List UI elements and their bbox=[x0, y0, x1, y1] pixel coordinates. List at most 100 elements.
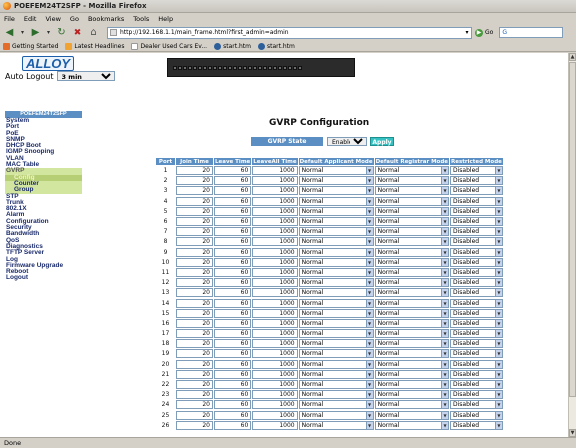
menu-tools[interactable]: Tools bbox=[133, 15, 149, 23]
leave-time-input[interactable] bbox=[214, 410, 252, 420]
restricted-mode-select[interactable]: Disabled ▼ bbox=[450, 380, 503, 390]
leaveall-time-input[interactable] bbox=[252, 288, 298, 298]
menu-bookmarks[interactable]: Bookmarks bbox=[88, 15, 124, 23]
join-time-input[interactable] bbox=[176, 176, 213, 186]
leave-time-input[interactable] bbox=[214, 247, 252, 257]
url-dropdown-icon[interactable]: ▾ bbox=[463, 29, 471, 36]
auto-logout-select[interactable]: 3 min bbox=[56, 71, 115, 81]
restricted-mode-select[interactable]: Disabled ▼ bbox=[450, 186, 503, 196]
leave-time-input[interactable] bbox=[214, 257, 252, 267]
restricted-mode-select[interactable]: Disabled ▼ bbox=[450, 339, 503, 349]
leaveall-time-input[interactable] bbox=[252, 380, 298, 390]
join-time-input[interactable] bbox=[176, 217, 213, 227]
applicant-mode-select[interactable]: Normal ▼ bbox=[298, 329, 374, 339]
vertical-scrollbar[interactable]: ▲ ▼ bbox=[568, 53, 576, 437]
join-time-input[interactable] bbox=[176, 206, 213, 216]
restricted-mode-select[interactable]: Disabled ▼ bbox=[450, 369, 503, 379]
leaveall-time-input[interactable] bbox=[252, 349, 298, 359]
leave-time-input[interactable] bbox=[214, 186, 252, 196]
leaveall-time-input[interactable] bbox=[252, 206, 298, 216]
join-time-input[interactable] bbox=[176, 288, 213, 298]
registrar-mode-select[interactable]: Normal ▼ bbox=[374, 278, 449, 288]
applicant-mode-select[interactable]: Normal ▼ bbox=[298, 349, 374, 359]
menu-help[interactable]: Help bbox=[158, 15, 173, 23]
leaveall-time-input[interactable] bbox=[252, 176, 298, 186]
leave-time-input[interactable] bbox=[214, 349, 252, 359]
leave-time-input[interactable] bbox=[214, 267, 252, 277]
join-time-input[interactable] bbox=[176, 420, 213, 430]
leaveall-time-input[interactable] bbox=[252, 318, 298, 328]
leaveall-time-input[interactable] bbox=[252, 308, 298, 318]
join-time-input[interactable] bbox=[176, 318, 213, 328]
leaveall-time-input[interactable] bbox=[252, 217, 298, 227]
registrar-mode-select[interactable]: Normal ▼ bbox=[374, 176, 449, 186]
bookmark-latest-headlines[interactable]: Latest Headlines bbox=[65, 42, 124, 50]
leave-time-input[interactable] bbox=[214, 227, 252, 237]
back-dropdown-icon[interactable]: ▾ bbox=[19, 26, 26, 39]
restricted-mode-select[interactable]: Disabled ▼ bbox=[450, 237, 503, 247]
bookmark-dealer-used-cars[interactable]: Dealer Used Cars Ev... bbox=[131, 42, 207, 50]
registrar-mode-select[interactable]: Normal ▼ bbox=[374, 166, 449, 176]
menu-file[interactable]: File bbox=[4, 15, 15, 23]
join-time-input[interactable] bbox=[176, 278, 213, 288]
restricted-mode-select[interactable]: Disabled ▼ bbox=[450, 176, 503, 186]
back-arrow-icon[interactable]: ◀ bbox=[3, 26, 16, 39]
registrar-mode-select[interactable]: Normal ▼ bbox=[374, 410, 449, 420]
leave-time-input[interactable] bbox=[214, 288, 252, 298]
go-button[interactable]: ▶ Go bbox=[475, 28, 493, 37]
menu-edit[interactable]: Edit bbox=[24, 15, 37, 23]
applicant-mode-select[interactable]: Normal ▼ bbox=[298, 288, 374, 298]
join-time-input[interactable] bbox=[176, 390, 213, 400]
applicant-mode-select[interactable]: Normal ▼ bbox=[298, 380, 374, 390]
leave-time-input[interactable] bbox=[214, 329, 252, 339]
restricted-mode-select[interactable]: Disabled ▼ bbox=[450, 410, 503, 420]
registrar-mode-select[interactable]: Normal ▼ bbox=[374, 329, 449, 339]
leaveall-time-input[interactable] bbox=[252, 390, 298, 400]
join-time-input[interactable] bbox=[176, 247, 213, 257]
leaveall-time-input[interactable] bbox=[252, 227, 298, 237]
restricted-mode-select[interactable]: Disabled ▼ bbox=[450, 349, 503, 359]
search-input[interactable]: G bbox=[499, 27, 564, 38]
leave-time-input[interactable] bbox=[214, 166, 252, 176]
leave-time-input[interactable] bbox=[214, 339, 252, 349]
join-time-input[interactable] bbox=[176, 349, 213, 359]
applicant-mode-select[interactable]: Normal ▼ bbox=[298, 227, 374, 237]
leaveall-time-input[interactable] bbox=[252, 420, 298, 430]
registrar-mode-select[interactable]: Normal ▼ bbox=[374, 298, 449, 308]
applicant-mode-select[interactable]: Normal ▼ bbox=[298, 166, 374, 176]
join-time-input[interactable] bbox=[176, 380, 213, 390]
applicant-mode-select[interactable]: Normal ▼ bbox=[298, 359, 374, 369]
gvrp-state-select[interactable]: Enabled bbox=[327, 137, 367, 146]
applicant-mode-select[interactable]: Normal ▼ bbox=[298, 369, 374, 379]
join-time-input[interactable] bbox=[176, 267, 213, 277]
leaveall-time-input[interactable] bbox=[252, 359, 298, 369]
restricted-mode-select[interactable]: Disabled ▼ bbox=[450, 267, 503, 277]
leaveall-time-input[interactable] bbox=[252, 278, 298, 288]
join-time-input[interactable] bbox=[176, 369, 213, 379]
registrar-mode-select[interactable]: Normal ▼ bbox=[374, 217, 449, 227]
applicant-mode-select[interactable]: Normal ▼ bbox=[298, 278, 374, 288]
join-time-input[interactable] bbox=[176, 237, 213, 247]
leave-time-input[interactable] bbox=[214, 206, 252, 216]
leaveall-time-input[interactable] bbox=[252, 410, 298, 420]
restricted-mode-select[interactable]: Disabled ▼ bbox=[450, 227, 503, 237]
applicant-mode-select[interactable]: Normal ▼ bbox=[298, 400, 374, 410]
forward-dropdown-icon[interactable]: ▾ bbox=[45, 26, 52, 39]
leaveall-time-input[interactable] bbox=[252, 400, 298, 410]
home-icon[interactable]: ⌂ bbox=[87, 26, 100, 39]
leave-time-input[interactable] bbox=[214, 318, 252, 328]
registrar-mode-select[interactable]: Normal ▼ bbox=[374, 237, 449, 247]
applicant-mode-select[interactable]: Normal ▼ bbox=[298, 267, 374, 277]
restricted-mode-select[interactable]: Disabled ▼ bbox=[450, 206, 503, 216]
registrar-mode-select[interactable]: Normal ▼ bbox=[374, 400, 449, 410]
leave-time-input[interactable] bbox=[214, 308, 252, 318]
registrar-mode-select[interactable]: Normal ▼ bbox=[374, 308, 449, 318]
join-time-input[interactable] bbox=[176, 329, 213, 339]
applicant-mode-select[interactable]: Normal ▼ bbox=[298, 420, 374, 430]
restricted-mode-select[interactable]: Disabled ▼ bbox=[450, 166, 503, 176]
registrar-mode-select[interactable]: Normal ▼ bbox=[374, 380, 449, 390]
leaveall-time-input[interactable] bbox=[252, 329, 298, 339]
leave-time-input[interactable] bbox=[214, 420, 252, 430]
join-time-input[interactable] bbox=[176, 257, 213, 267]
forward-arrow-icon[interactable]: ▶ bbox=[29, 26, 42, 39]
